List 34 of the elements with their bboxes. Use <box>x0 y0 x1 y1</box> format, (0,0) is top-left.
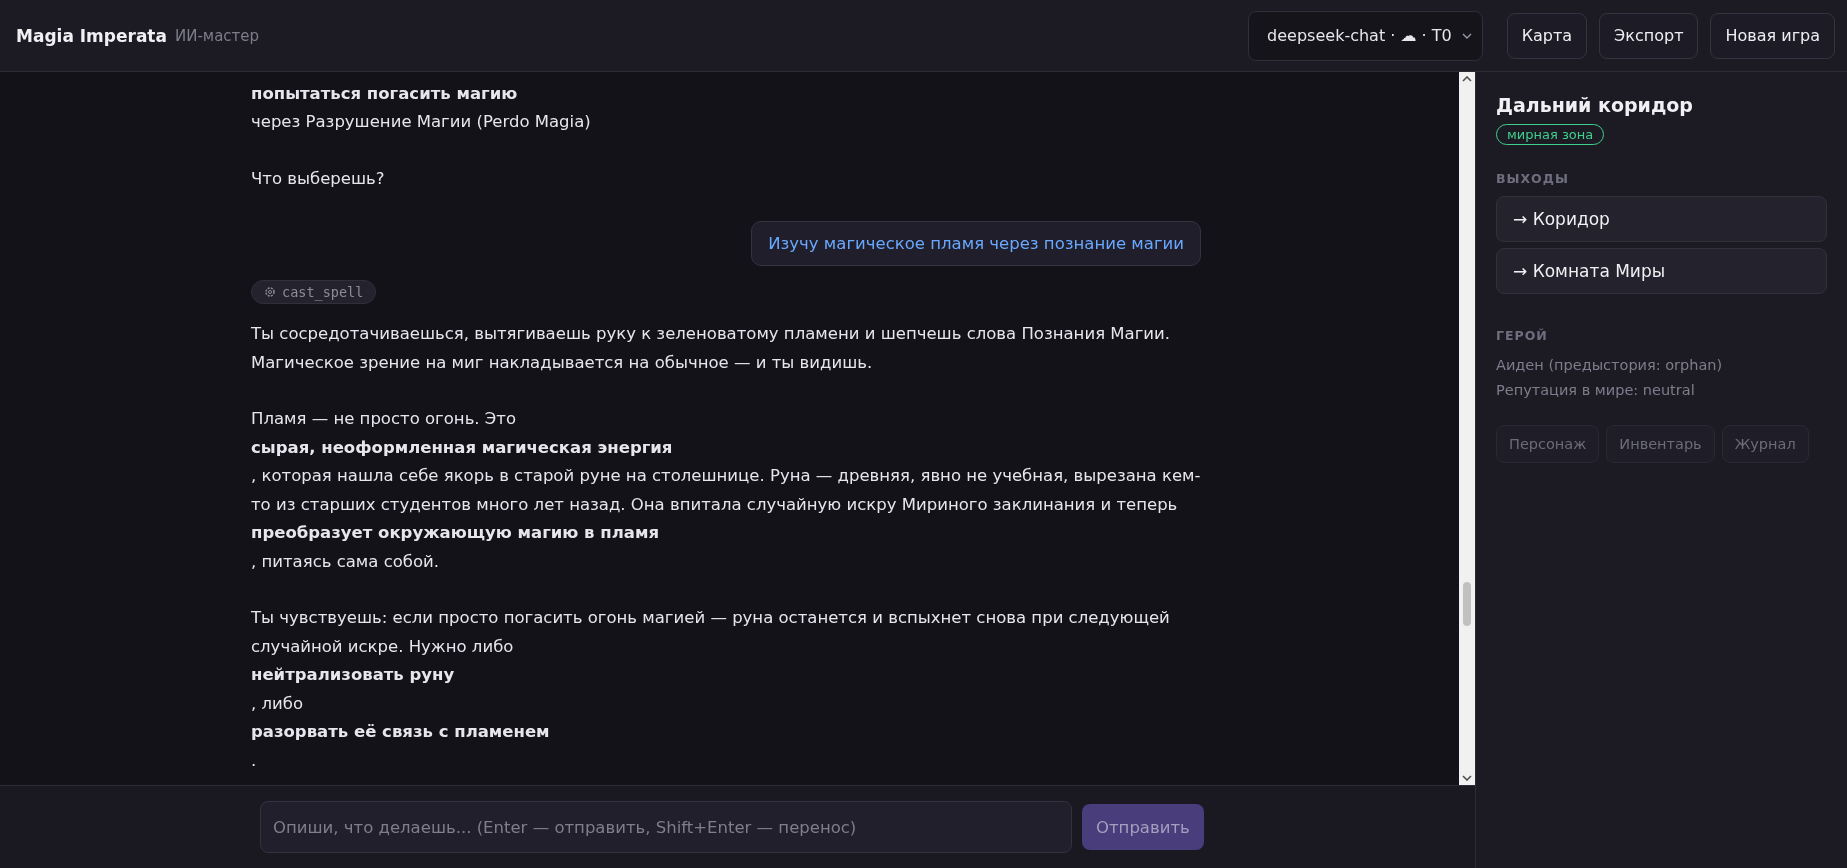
bold-text: преобразует окружающую магию в пламя <box>251 522 660 544</box>
user-message: Изучу магическое пламя через познание магии <box>751 221 1201 266</box>
section-heading: ВЫХОДЫ <box>1496 171 1570 186</box>
bold-text: попытаться погасить магию <box>251 82 519 105</box>
app-subtitle: ИИ-мастер <box>174 26 260 45</box>
model-select[interactable]: deepseek-chat · ☁ · T0 <box>1248 10 1483 61</box>
message-text: , либо <box>251 692 305 715</box>
message-text: Пламя — не просто огонь. Это <box>251 408 518 430</box>
hero-info: Аиден (предыстория: orphan) <box>1496 356 1724 375</box>
message-input[interactable]: Опиши, что делаешь... (Enter — отправить, Shift+Enter — перенос) <box>260 801 1072 853</box>
message-text: Что выберешь? <box>251 167 386 190</box>
header-button[interactable]: Экспорт <box>1599 12 1699 59</box>
chevron-icon <box>1461 32 1472 39</box>
bold-text: разорвать её связь с пламенем <box>251 721 551 743</box>
exit-button[interactable]: → Коридор <box>1496 196 1827 242</box>
app-title: Magia Imperata <box>16 25 167 46</box>
bold-text: сырая, неоформленная магическая энергия <box>251 436 674 459</box>
tool-chip: cast_spell <box>251 280 377 304</box>
scrollbar[interactable] <box>1459 72 1475 785</box>
scroll-up-icon[interactable] <box>1462 76 1472 82</box>
message-text: , питаясь сама собой. <box>251 550 441 573</box>
header-button[interactable]: Карта <box>1506 12 1588 59</box>
scrollbar-thumb[interactable] <box>1463 582 1471 626</box>
hero-info: Репутация в мире: neutral <box>1496 381 1696 400</box>
scroll-down-icon[interactable] <box>1462 775 1472 781</box>
message-text: . <box>251 749 258 772</box>
message-text: через Разрушение Магии (Perdo Magia) <box>251 111 592 133</box>
gear-icon <box>264 286 276 298</box>
exit-button[interactable]: → Комната Миры <box>1496 248 1827 294</box>
header-button[interactable]: Новая игра <box>1710 12 1835 59</box>
location-title: Дальний коридор <box>1496 94 1694 116</box>
bold-text: нейтрализовать руну <box>251 664 456 686</box>
message-text: Ты сосредотачиваешься, вытягиваешь руку к зеленоватому пламени и шепчешь слова Познания Магии. Магическое зрение на миг накладывается на обычное — и ты видишь. <box>251 323 1171 374</box>
section-heading: ГЕРОЙ <box>1496 328 1549 343</box>
